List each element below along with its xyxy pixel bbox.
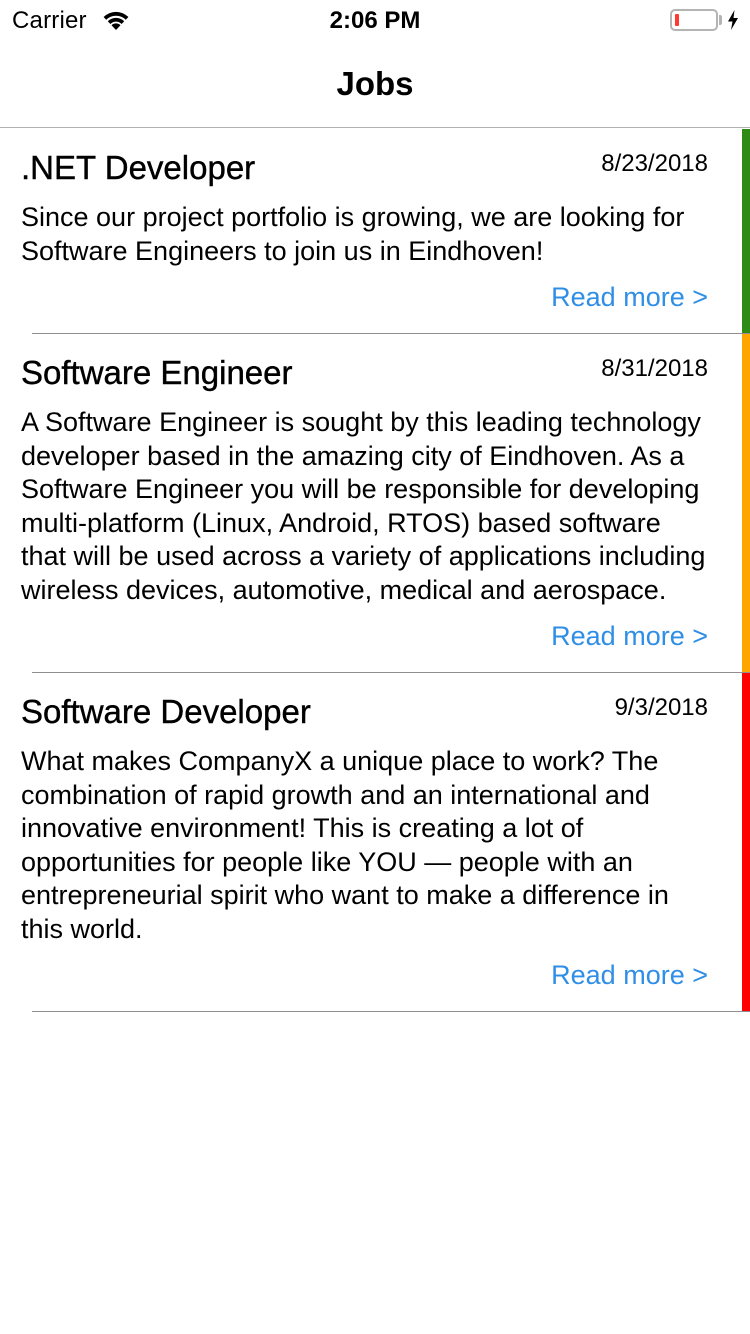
navigation-bar: Jobs — [0, 40, 750, 128]
job-date: 9/3/2018 — [614, 694, 708, 721]
charging-bolt-icon — [728, 10, 738, 30]
read-more-link[interactable]: Read more > — [21, 280, 708, 314]
job-title: .NET Developer — [21, 149, 256, 186]
job-title: Software Developer — [21, 693, 311, 730]
read-more-link[interactable]: Read more > — [21, 619, 708, 653]
clock-time: 2:06 PM — [329, 7, 421, 34]
job-description: What makes CompanyX a unique place to wo… — [21, 746, 669, 944]
jobs-list: .NET Developer 8/23/2018 Since our proje… — [0, 129, 750, 1012]
job-status-accent — [742, 129, 750, 334]
job-header: Software Engineer 8/31/2018 — [21, 352, 708, 394]
job-title: Software Engineer — [21, 354, 293, 391]
job-date: 8/23/2018 — [601, 150, 708, 177]
job-header: Software Developer 9/3/2018 — [21, 691, 708, 733]
battery-cap — [719, 15, 722, 25]
job-card-software-engineer[interactable]: Software Engineer 8/31/2018 A Software E… — [0, 334, 750, 673]
job-status-accent — [742, 673, 750, 1012]
job-status-accent — [742, 334, 750, 673]
battery-icon — [670, 9, 718, 31]
job-card-software-developer[interactable]: Software Developer 9/3/2018 What makes C… — [0, 673, 750, 1012]
job-description: Since our project portfolio is growing, … — [21, 202, 685, 266]
battery-level — [675, 14, 679, 26]
job-card-dotnet-developer[interactable]: .NET Developer 8/23/2018 Since our proje… — [0, 129, 750, 334]
job-description: A Software Engineer is sought by this le… — [21, 407, 706, 605]
job-date: 8/31/2018 — [601, 355, 708, 382]
page-title: Jobs — [336, 65, 414, 102]
read-more-link[interactable]: Read more > — [21, 958, 708, 992]
status-bar: Carrier 2:06 PM — [0, 0, 750, 40]
job-header: .NET Developer 8/23/2018 — [21, 147, 708, 189]
